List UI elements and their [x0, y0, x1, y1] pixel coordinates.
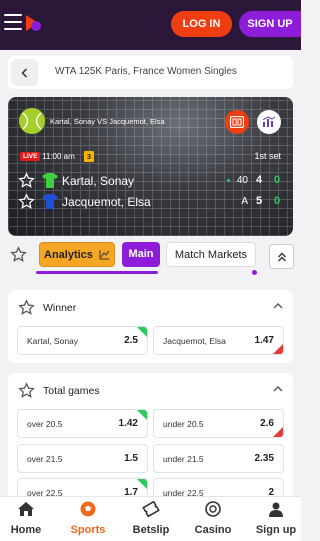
- odds-up-indicator: [137, 327, 147, 337]
- tab-analytics[interactable]: Analytics: [39, 242, 115, 267]
- back-button[interactable]: [11, 59, 38, 86]
- favorite-star-icon[interactable]: [18, 382, 35, 399]
- live-badge: LIVE: [20, 152, 41, 161]
- markets-count-badge: 3: [84, 151, 94, 162]
- casino-chip-icon: [205, 501, 221, 517]
- nav-casino[interactable]: Casino: [183, 501, 243, 536]
- odds-button[interactable]: under 21.5 2.35: [153, 444, 284, 473]
- odds-label: Jacquemot, Elsa: [163, 336, 226, 346]
- odds-label: over 21.5: [27, 454, 63, 464]
- odds-button[interactable]: Kartal, Sonay 2.5: [17, 326, 148, 355]
- favorite-star-icon[interactable]: [18, 193, 35, 210]
- odds-value: 1.42: [118, 418, 138, 429]
- odds-button[interactable]: Jacquemot, Elsa 1.47: [153, 326, 284, 355]
- odds-up-indicator: [137, 479, 147, 489]
- market-total-games: Total games over 20.5 1.42 under 20.5 2.…: [8, 373, 293, 507]
- favorite-star-icon[interactable]: [18, 172, 35, 189]
- player-row: Kartal, Sonay 40 4 0: [8, 171, 293, 191]
- odds-value: 2.5: [124, 335, 138, 346]
- breadcrumb-label: WTA 125K Paris, France Women Singles: [55, 66, 237, 77]
- nav-home-label: Home: [10, 524, 42, 536]
- odds-label: under 21.5: [163, 454, 204, 464]
- market-winner: Winner Kartal, Sonay 2.5 Jacquemot, Elsa…: [8, 290, 293, 363]
- player-name: Kartal, Sonay: [62, 174, 135, 188]
- login-button[interactable]: LOG IN: [171, 11, 232, 37]
- jersey-icon: [42, 173, 58, 188]
- nav-sports[interactable]: Sports: [58, 501, 118, 536]
- odds-button[interactable]: under 20.5 2.6: [153, 409, 284, 438]
- odds-value: 2.35: [254, 453, 274, 464]
- betslip-ticket-icon: [142, 500, 160, 518]
- jersey-icon: [42, 194, 58, 209]
- double-chevron-up-icon: [277, 252, 286, 261]
- match-time: 11:00 am: [42, 152, 75, 161]
- odds-label: over 20.5: [27, 419, 63, 429]
- chevron-left-icon: [20, 67, 27, 78]
- match-title: Kartal, Sonay VS Jacquemot, Elsa: [50, 117, 165, 126]
- top-bar: LOG IN SIGN UP: [0, 0, 301, 50]
- player-name: Jacquemot, Elsa: [62, 195, 151, 209]
- odds-down-indicator: [273, 427, 283, 437]
- bottom-navigation: Home Sports Betslip Casino Sign up: [0, 496, 301, 541]
- nav-signup[interactable]: Sign up: [246, 501, 306, 536]
- menu-icon[interactable]: [4, 14, 22, 32]
- favorite-star-icon[interactable]: [18, 299, 35, 316]
- home-icon: [18, 502, 34, 516]
- nav-betslip-label: Betslip: [132, 524, 170, 536]
- market-title: Total games: [43, 385, 100, 397]
- player-games: 5: [256, 195, 263, 207]
- player-row: Jacquemot, Elsa A 5 0: [8, 192, 293, 212]
- soccer-ball-icon: [80, 501, 96, 517]
- favorite-star-icon[interactable]: [10, 246, 27, 263]
- match-scoreboard: Kartal, Sonay VS Jacquemot, Elsa LIVE 11…: [8, 97, 293, 236]
- odds-value: 1.47: [254, 335, 274, 346]
- nav-signup-label: Sign up: [255, 524, 297, 536]
- odds-label: Kartal, Sonay: [27, 336, 79, 346]
- stats-chart-icon: [262, 116, 276, 127]
- odds-label: under 20.5: [163, 419, 204, 429]
- user-icon: [269, 502, 283, 517]
- serving-indicator: [227, 179, 230, 182]
- scrollbar-end-dot: [252, 270, 257, 275]
- tab-match-markets[interactable]: Match Markets: [166, 242, 256, 267]
- odds-button[interactable]: over 20.5 1.42: [17, 409, 148, 438]
- odds-down-indicator: [273, 344, 283, 354]
- odds-button[interactable]: over 21.5 1.5: [17, 444, 148, 473]
- tab-analytics-label: Analytics: [44, 249, 93, 261]
- player-sets: 0: [274, 195, 281, 207]
- nav-sports-label: Sports: [70, 524, 106, 536]
- odds-value: 2.6: [260, 418, 274, 429]
- brand-logo-icon[interactable]: [24, 12, 42, 34]
- scrollbar-thumb[interactable]: [36, 271, 158, 274]
- scoreboard-button[interactable]: [225, 110, 249, 134]
- market-header[interactable]: Total games: [8, 373, 293, 409]
- player-points: 40: [236, 175, 248, 186]
- statistics-button[interactable]: [257, 110, 281, 134]
- odds-value: 1.5: [124, 453, 138, 464]
- market-title: Winner: [43, 302, 77, 314]
- chevron-up-icon[interactable]: [273, 385, 283, 393]
- signup-button[interactable]: SIGN UP: [239, 11, 301, 37]
- tabs-scrollbar[interactable]: [36, 270, 258, 275]
- odds-up-indicator: [137, 410, 147, 420]
- collapse-button[interactable]: [269, 244, 294, 269]
- market-header[interactable]: Winner: [8, 290, 293, 326]
- current-set: 1st set: [254, 151, 281, 161]
- player-games: 4: [256, 174, 263, 186]
- chevron-up-icon[interactable]: [273, 302, 283, 310]
- chart-icon: [99, 250, 110, 260]
- breadcrumb: WTA 125K Paris, France Women Singles: [8, 56, 293, 89]
- market-tabs: Analytics Main Match Markets: [0, 240, 301, 280]
- scoreboard-icon: [230, 116, 244, 128]
- player-points: A: [241, 196, 248, 207]
- nav-home[interactable]: Home: [0, 501, 56, 536]
- nav-casino-label: Casino: [194, 524, 232, 536]
- player-sets: 0: [274, 174, 281, 186]
- nav-betslip[interactable]: Betslip: [121, 500, 181, 536]
- tennis-ball-icon: [19, 108, 45, 134]
- tab-main[interactable]: Main: [122, 242, 160, 267]
